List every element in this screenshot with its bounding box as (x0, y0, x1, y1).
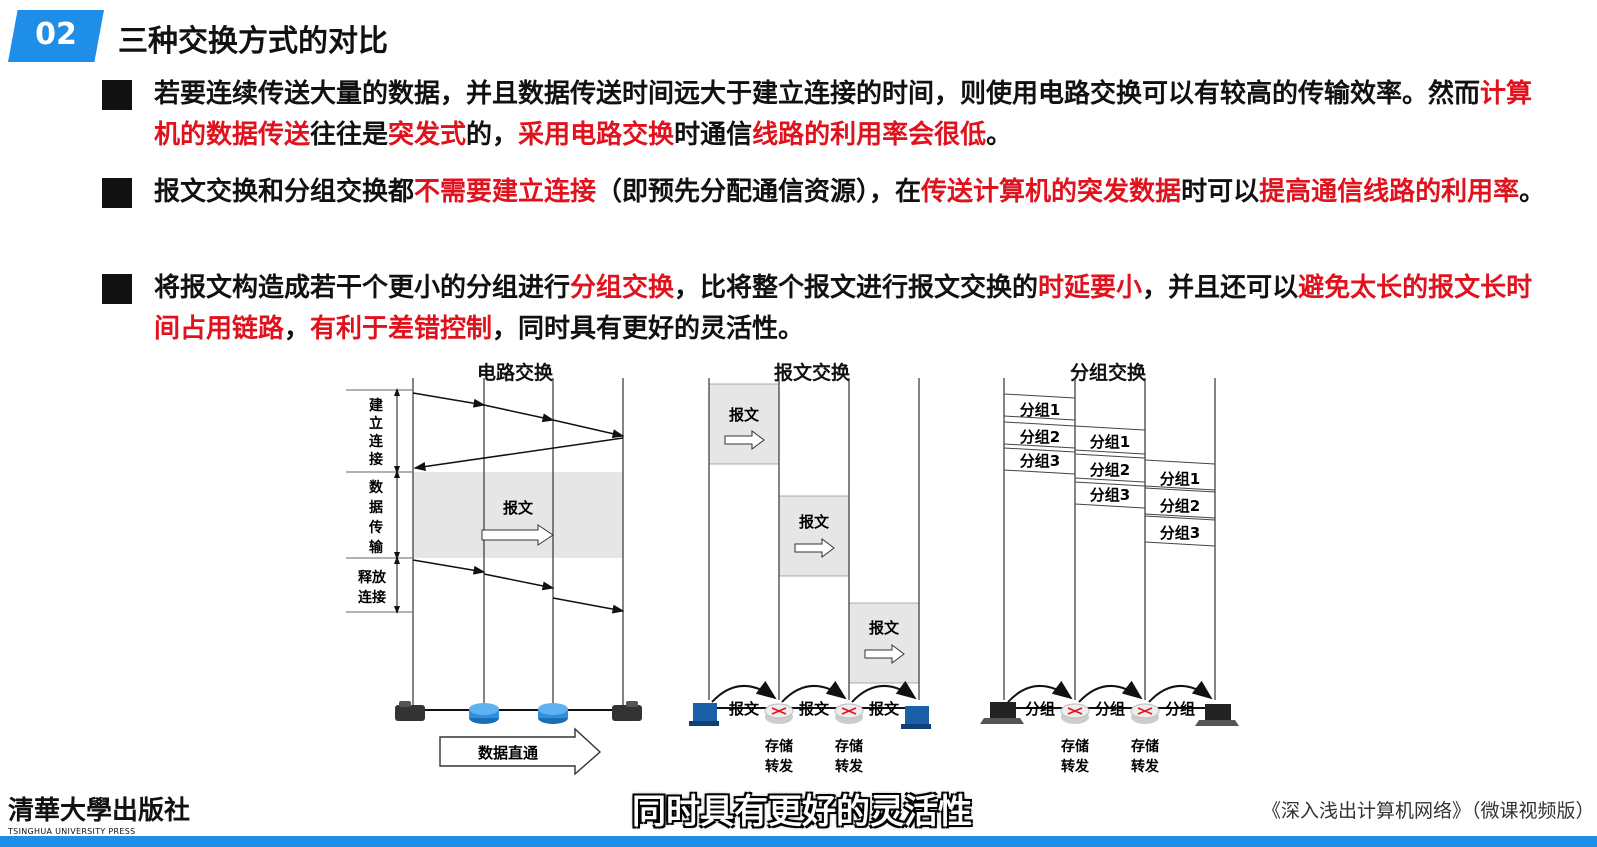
footer-accent-bar (0, 836, 1597, 847)
release-line-2: 连接 (358, 589, 386, 606)
direct-label: 数据直通 (478, 744, 538, 762)
store-label-1: 存储 (765, 738, 793, 755)
message-diagram: 报文 报文 报文 报文 报文 报文 存储 转发 存储 转发 (689, 378, 931, 775)
laptop-icon (980, 702, 1024, 724)
setup-char-1: 建 (369, 397, 383, 414)
packet-label-1c: 分组1 (1160, 470, 1200, 488)
router-icon (834, 703, 864, 724)
book-title: 《深入浅出计算机网络》（微课视频版） (1262, 800, 1595, 822)
router-icon (1130, 703, 1160, 724)
publisher-name-cn: 清華大學出版社 (8, 796, 191, 826)
telephone-icon (612, 701, 642, 721)
packet-label-2c: 分组2 (1160, 497, 1200, 515)
packet-label-2b: 分组2 (1090, 461, 1130, 479)
link-message-label-2: 报文 (799, 700, 830, 718)
packet-label-1b: 分组1 (1090, 433, 1130, 451)
packet-diagram: 分组1 分组2 分组3 分组1 分组2 分组3 分组1 分组2 分组3 分组 分… (980, 378, 1239, 775)
publisher-name-en: TSINGHUA UNIVERSITY PRESS (8, 827, 136, 836)
message-label-2: 报文 (799, 513, 830, 531)
packet-forward-label-2: 转发 (1131, 758, 1160, 775)
telephone-icon (395, 701, 425, 721)
switching-comparison-diagram: 建 立 连 接 数 据 传 输 释放 连接 报文 数据直通 报文 报文 报文 报… (346, 378, 1239, 776)
packet-forward-label-1: 转发 (1061, 758, 1090, 775)
data-char-1: 数 (369, 479, 384, 496)
computer-icon (689, 703, 719, 726)
setup-char-3: 连 (369, 433, 384, 450)
data-char-2: 据 (369, 499, 383, 516)
circuit-diagram: 建 立 连 接 数 据 传 输 释放 连接 报文 数据直通 (346, 378, 642, 776)
packet-label-3a: 分组3 (1020, 452, 1060, 470)
packet-label-2a: 分组2 (1020, 428, 1060, 446)
packet-store-label-2: 存储 (1131, 738, 1159, 755)
forward-label-2: 转发 (835, 758, 864, 775)
packet-label-3c: 分组3 (1160, 524, 1200, 542)
computer-icon (901, 706, 931, 729)
forward-label-1: 转发 (765, 758, 794, 775)
setup-char-4: 接 (369, 451, 383, 468)
message-label-1: 报文 (729, 406, 760, 424)
switch-icon (538, 703, 568, 724)
router-icon (764, 703, 794, 724)
link-message-label-3: 报文 (869, 700, 900, 718)
message-label-3: 报文 (869, 619, 900, 637)
switch-icon (469, 703, 499, 724)
data-char-4: 输 (369, 539, 384, 556)
link-packet-label-1: 分组 (1025, 700, 1055, 718)
store-label-2: 存储 (835, 738, 863, 755)
packet-store-label-1: 存储 (1061, 738, 1089, 755)
release-line-1: 释放 (358, 569, 387, 586)
circuit-message-label: 报文 (503, 499, 534, 517)
publisher-logo: 清華大學出版社 TSINGHUA UNIVERSITY PRESS (8, 790, 190, 836)
packet-label-3b: 分组3 (1090, 486, 1130, 504)
setup-char-2: 立 (369, 415, 383, 432)
link-packet-label-2: 分组 (1095, 700, 1125, 718)
video-subtitle: 同时具有更好的灵活性 (632, 792, 972, 832)
link-message-label-1: 报文 (729, 700, 760, 718)
router-icon (1060, 703, 1090, 724)
link-packet-label-3: 分组 (1165, 700, 1195, 718)
data-char-3: 传 (368, 519, 383, 536)
packet-label-1a: 分组1 (1020, 401, 1060, 419)
